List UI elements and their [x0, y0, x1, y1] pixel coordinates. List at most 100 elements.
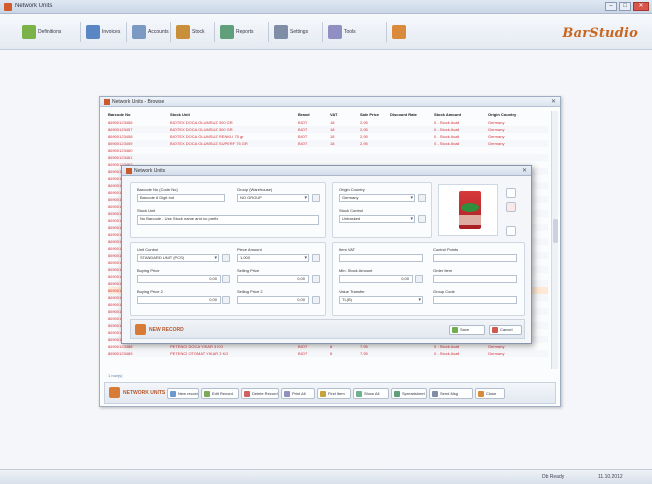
table-row[interactable]: 86900123456 BIOTEX DOCA OLUMSUZ 300 GR BIO…: [108, 119, 548, 126]
list-button-6[interactable]: Spreadsheet: [391, 388, 427, 399]
unit-control-label: Unit Control: [137, 247, 159, 252]
buying-price-2-input[interactable]: 0,00: [137, 296, 221, 304]
table-cell: 86900123461: [108, 155, 133, 160]
column-header: Brand: [298, 112, 310, 117]
list-button-1[interactable]: Edit Record: [201, 388, 239, 399]
selling-price-2-input[interactable]: 0,00: [237, 296, 309, 304]
table-row[interactable]: 86900123488 PETENCI DOCA YIKAR 3 KG BIOT 8 7…: [108, 343, 548, 350]
column-header: Barcode No: [108, 112, 131, 117]
status-bar: Db Ready 11.10.2012: [0, 469, 652, 484]
item-vat-label: Item VAT: [339, 247, 356, 252]
window-icon: [104, 99, 110, 105]
pricing-panel: Unit Control STANDARD UNIT (PCS) Piece A…: [130, 242, 326, 316]
save-button[interactable]: Save: [449, 325, 485, 335]
product-image[interactable]: [438, 184, 498, 236]
table-cell: 18: [330, 134, 335, 139]
toolbar-item-6[interactable]: Tools: [328, 24, 356, 40]
table-cell: 18: [330, 120, 335, 125]
list-button-3[interactable]: Print All: [281, 388, 315, 399]
selling-price-input[interactable]: 0,00: [237, 275, 309, 283]
list-button-0[interactable]: New record: [167, 388, 199, 399]
table-cell: BIOT: [298, 344, 308, 349]
table-cell: BIOT: [298, 120, 308, 125]
control-points-input[interactable]: [433, 254, 517, 262]
value-transfer-label: Value Transfer: [339, 289, 365, 294]
close-icon[interactable]: ✕: [551, 98, 556, 105]
table-row[interactable]: 86900123460: [108, 147, 548, 154]
close-icon[interactable]: ✕: [522, 167, 527, 174]
table-row[interactable]: 86900123489 PETENCI OTOMAT YIKAR 3 KG BIOT…: [108, 350, 548, 357]
table-row[interactable]: 86900123459 BIOTEX DOCA OLUMSUZ SUPERF 75…: [108, 140, 548, 147]
dialog-footer: NEW RECORD Save Cancel: [130, 319, 525, 339]
min-stock-input[interactable]: 0,00: [339, 275, 413, 283]
camera-icon[interactable]: [506, 226, 516, 236]
vertical-scrollbar[interactable]: [551, 111, 558, 369]
table-cell: 2,95: [360, 134, 368, 139]
scrollbar-thumb[interactable]: [553, 219, 558, 243]
minimize-button[interactable]: –: [605, 2, 617, 11]
order-item-label: Order Item: [433, 268, 453, 273]
toolbar-item-1[interactable]: Invoices: [86, 24, 120, 40]
barcode-input[interactable]: Barcode 6 Digit Ind: [137, 194, 225, 202]
list-button-7[interactable]: Send Msg: [429, 388, 473, 399]
group-add-button[interactable]: [312, 194, 320, 202]
origin-add-button[interactable]: [418, 194, 426, 202]
table-row[interactable]: 86900123461: [108, 154, 548, 161]
toolbar-item-5[interactable]: Settings: [274, 24, 308, 40]
selling-price-calc-button[interactable]: [312, 275, 320, 283]
stock-unit-input[interactable]: No Barcode - Use Stock name and no prefi…: [137, 215, 319, 225]
table-cell: BIOTEX DOCA OLUMSUZ 300 GR: [170, 127, 233, 132]
table-cell: 0 - Stock Avail: [434, 351, 460, 356]
list-button-8[interactable]: Close: [475, 388, 505, 399]
group-code-input[interactable]: [433, 296, 517, 304]
table-row[interactable]: 86900123457 BIOTEX DOCA OLUMSUZ 300 GR BIO…: [108, 126, 548, 133]
group-select[interactable]: NO GROUP: [237, 194, 309, 202]
load-image-icon[interactable]: [506, 188, 516, 198]
table-cell: 18: [330, 141, 335, 146]
toolbar-label: Accounts: [148, 29, 169, 35]
toolbar-label: Reports: [236, 29, 254, 35]
selling-price-2-calc-button[interactable]: [312, 296, 320, 304]
buying-price-input[interactable]: 0,00: [137, 275, 221, 283]
table-cell: 7,95: [360, 351, 368, 356]
list-button-2[interactable]: Delete Record: [241, 388, 279, 399]
document-icon: [86, 25, 100, 39]
table-cell: BIOT: [298, 134, 308, 139]
toolbar-item-3[interactable]: Stock: [176, 24, 205, 40]
buying-price-2-calc-button[interactable]: [222, 296, 230, 304]
group-code-label: Group Code: [433, 289, 455, 294]
cancel-button[interactable]: Cancel: [489, 325, 522, 335]
toolbar-item-2[interactable]: Accounts: [132, 24, 169, 40]
table-cell: Germany: [488, 351, 505, 356]
piece-add-button[interactable]: [312, 254, 320, 262]
table-row[interactable]: 86900123458 BIOTEX DOCA OLUMSUZ RENKLI 75…: [108, 133, 548, 140]
dialog-title: Network Units: [134, 168, 166, 174]
item-vat-input[interactable]: [339, 254, 423, 262]
unit-add-button[interactable]: [222, 254, 230, 262]
table-cell: 86900123488: [108, 344, 133, 349]
toolbar-separator: [170, 22, 171, 42]
stock-control-add-button[interactable]: [418, 215, 426, 223]
list-button-4[interactable]: Find Item: [317, 388, 351, 399]
close-button[interactable]: ✕: [633, 2, 649, 11]
table-cell: Germany: [488, 120, 505, 125]
order-item-input[interactable]: [433, 275, 517, 283]
table-cell: 86900123457: [108, 127, 133, 132]
origin-select[interactable]: Germany: [339, 194, 415, 202]
section-label: NETWORK UNITS: [109, 387, 165, 398]
stock-control-select[interactable]: Untracked: [339, 215, 415, 223]
value-transfer-select[interactable]: TL(B): [339, 296, 423, 304]
buying-price-calc-button[interactable]: [222, 275, 230, 283]
toolbar-item-4[interactable]: Reports: [220, 24, 254, 40]
title-bar: Network Units – □ ✕: [0, 0, 652, 14]
min-stock-calc-button[interactable]: [415, 275, 423, 283]
list-button-5[interactable]: Show All: [353, 388, 389, 399]
toolbar-item-7[interactable]: [392, 24, 408, 40]
toolbar-label: Definitions: [38, 29, 62, 35]
column-header: Origin Country: [488, 112, 517, 117]
delete-image-icon[interactable]: [506, 202, 516, 212]
toolbar-item-0[interactable]: Definitions: [22, 24, 61, 40]
unit-control-select[interactable]: STANDARD UNIT (PCS): [137, 254, 219, 262]
maximize-button[interactable]: □: [619, 2, 631, 11]
piece-amount-select[interactable]: 1,000: [237, 254, 309, 262]
